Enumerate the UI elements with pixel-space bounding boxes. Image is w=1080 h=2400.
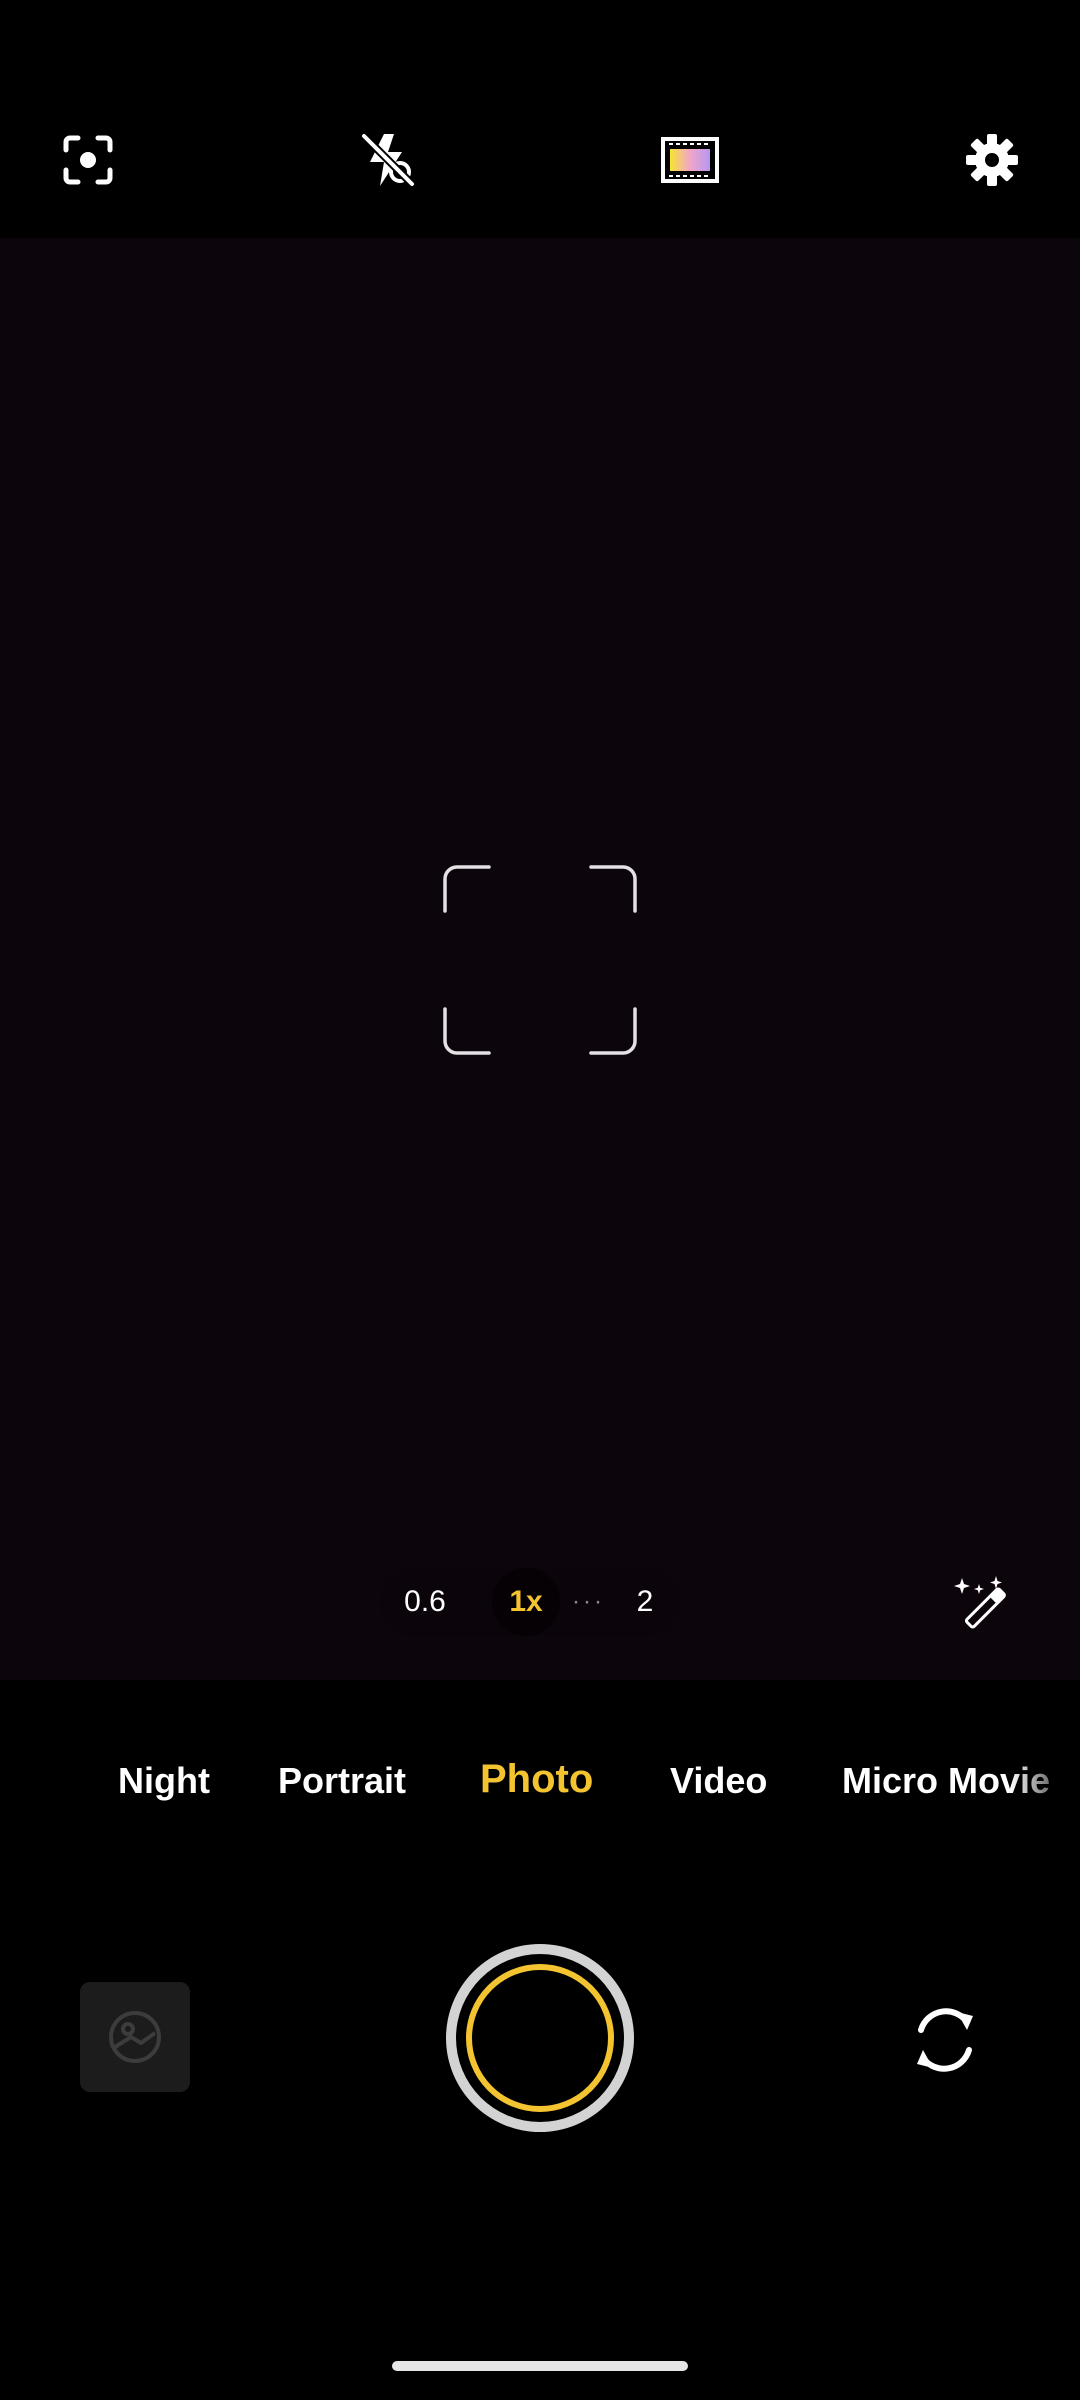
mode-bar-fade [1010,1740,1080,1830]
camera-mode-bar: Night Portrait Photo Video Micro Movie [0,1680,1080,1880]
zoom-selector: 0.6 1x ··· 2 [380,1568,680,1636]
gallery-thumbnail[interactable] [80,1982,190,2092]
zoom-option-0-6[interactable]: 0.6 [390,1568,460,1636]
focus-scan-icon[interactable] [56,128,120,192]
flash-off-icon[interactable] [356,128,420,192]
zoom-option-1x[interactable]: 1x [492,1568,560,1636]
gallery-icon [109,2011,161,2063]
mode-video[interactable]: Video [670,1760,767,1802]
gear-icon[interactable] [960,128,1024,192]
mode-portrait[interactable]: Portrait [278,1760,406,1802]
top-toolbar [0,0,1080,238]
zoom-dots: ··· [572,1588,605,1615]
switch-camera-icon[interactable] [900,1995,990,2085]
home-indicator[interactable] [392,2361,688,2371]
mode-photo[interactable]: Photo [480,1757,593,1802]
filter-icon[interactable] [658,128,722,192]
zoom-option-2[interactable]: 2 [620,1568,670,1636]
shutter-button[interactable] [446,1944,634,2132]
mode-night[interactable]: Night [118,1760,210,1802]
focus-frame [443,865,637,1055]
shutter-ring [466,1964,614,2112]
magic-wand-icon[interactable] [948,1570,1012,1634]
